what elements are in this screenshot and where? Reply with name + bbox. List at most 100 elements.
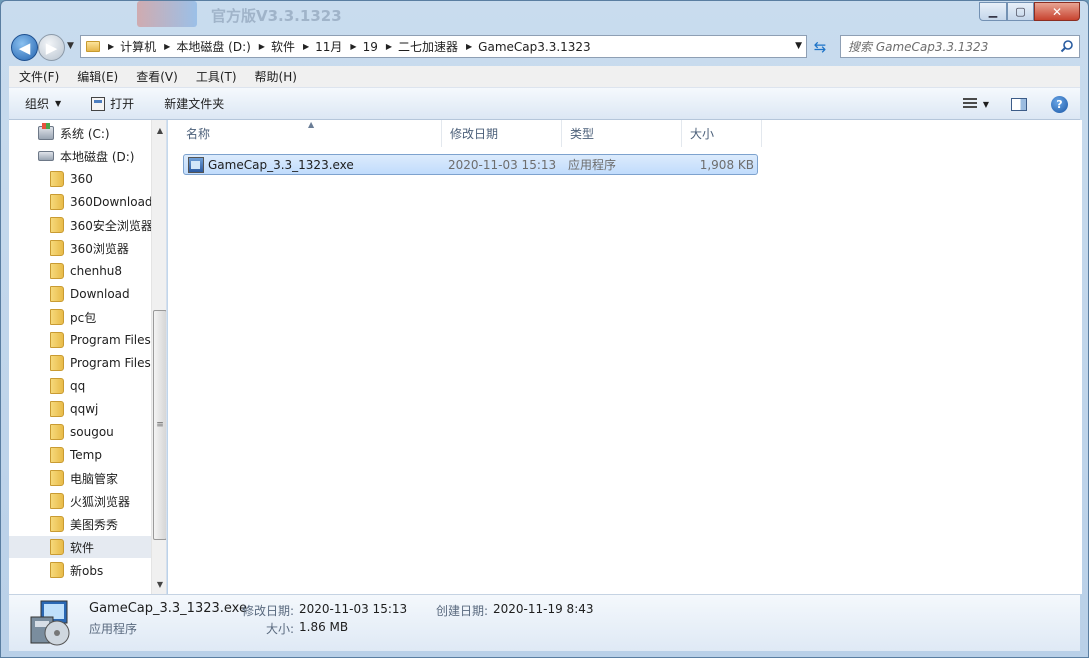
back-button[interactable]: ◀	[11, 34, 38, 61]
folder-icon	[86, 41, 100, 52]
table-row[interactable]: GameCap_3.3_1323.exe 2020-11-03 15:13 应用…	[183, 154, 758, 175]
details-size-label: 大小:	[266, 622, 295, 636]
breadcrumb-software[interactable]: 软件	[271, 38, 295, 55]
new-folder-button[interactable]: 新建文件夹	[148, 88, 238, 119]
sidebar-item[interactable]: 本地磁盘 (D:)	[9, 145, 151, 167]
search-icon[interactable]	[1060, 39, 1074, 53]
sidebar-item-label: 新obs	[70, 563, 104, 578]
sidebar-item-label: 系统 (C:)	[60, 126, 110, 141]
address-history-dropdown[interactable]: ▼	[795, 41, 802, 51]
preview-pane-icon[interactable]	[1011, 97, 1027, 111]
breadcrumb-separator-icon[interactable]: ▶	[156, 42, 176, 51]
column-header-modified[interactable]: 修改日期	[442, 120, 562, 147]
folder-icon	[50, 240, 64, 256]
menu-edit[interactable]: 编辑(E)	[67, 68, 126, 85]
sidebar-item-label: 360安全浏览器	[70, 218, 153, 233]
sidebar-item[interactable]: 360Download	[9, 191, 153, 213]
folder-icon	[50, 263, 64, 279]
details-modified-value: 2020-11-03 15:13	[299, 602, 408, 616]
recent-pages-dropdown[interactable]: ▼	[67, 41, 74, 51]
breadcrumb-19[interactable]: 19	[363, 40, 378, 54]
sidebar-item-label: qq	[70, 379, 86, 393]
sidebar-item[interactable]: 美图秀秀	[9, 513, 151, 535]
sidebar-item-label: 电脑管家	[70, 471, 119, 486]
navigation-pane: 系统 (C:) 本地磁盘 (D:) 360 360Download 360安全浏览器 36…	[9, 120, 167, 594]
sidebar-item-label: Program Files	[70, 356, 151, 370]
open-button[interactable]: 打开	[75, 88, 148, 119]
sidebar-item-label: Download	[70, 287, 130, 301]
breadcrumb-separator-icon[interactable]: ▶	[342, 42, 362, 51]
search-input[interactable]	[841, 39, 1051, 54]
breadcrumb-separator-icon[interactable]: ▶	[295, 42, 315, 51]
file-name-cell: GameCap_3.3_1323.exe	[188, 155, 354, 174]
scroll-down-icon[interactable]: ▼	[152, 576, 166, 592]
column-header-size[interactable]: 大小	[682, 120, 762, 147]
sidebar-item[interactable]: Temp	[9, 444, 151, 466]
folder-icon	[50, 217, 64, 233]
sidebar-item-label: Temp	[70, 448, 102, 462]
menu-help[interactable]: 帮助(H)	[245, 68, 305, 85]
sidebar-item[interactable]: qqwj	[9, 398, 151, 420]
scroll-up-icon[interactable]: ▲	[152, 122, 166, 138]
sidebar-item[interactable]: sougou	[9, 421, 151, 443]
details-filename: GameCap_3.3_1323.exe	[89, 601, 247, 616]
folder-icon	[50, 447, 64, 463]
sidebar-item[interactable]: 软件	[9, 536, 151, 558]
folder-icon	[50, 355, 64, 371]
organize-button[interactable]: 组织 ▼	[9, 88, 75, 119]
address-bar[interactable]: ▶ 计算机 ▶ 本地磁盘 (D:) ▶ 软件 ▶ 11月 ▶ 19 ▶ 二七加速…	[80, 35, 807, 58]
open-label: 打开	[110, 97, 135, 111]
new-folder-label: 新建文件夹	[164, 97, 225, 111]
sidebar-item[interactable]: Download	[9, 283, 151, 305]
folder-icon	[50, 516, 64, 532]
sidebar-item[interactable]: 360安全浏览器	[9, 214, 153, 236]
sort-ascending-icon: ▲	[308, 120, 315, 129]
sidebar-item-label: sougou	[70, 425, 114, 439]
sidebar-item-label: chenhu8	[70, 264, 123, 278]
drive-icon	[38, 151, 54, 161]
navigation-scrollbar[interactable]: ▲ ≡ ▼	[151, 120, 166, 594]
close-button[interactable]: ✕	[1034, 2, 1080, 21]
minimize-button[interactable]: ▁	[979, 2, 1007, 21]
folder-icon	[50, 424, 64, 440]
menu-file[interactable]: 文件(F)	[9, 68, 67, 85]
sidebar-item[interactable]: 360浏览器	[9, 237, 151, 259]
maximize-button[interactable]: ▢	[1007, 2, 1034, 21]
sidebar-item[interactable]: 360	[9, 168, 151, 190]
column-header-type[interactable]: 类型	[562, 120, 682, 147]
breadcrumb: ▶ 计算机 ▶ 本地磁盘 (D:) ▶ 软件 ▶ 11月 ▶ 19 ▶ 二七加速…	[100, 36, 591, 57]
breadcrumb-separator-icon[interactable]: ▶	[378, 42, 398, 51]
search-box[interactable]	[840, 35, 1080, 58]
menu-tools[interactable]: 工具(T)	[186, 68, 245, 85]
forward-button[interactable]: ▶	[38, 34, 65, 61]
sidebar-item[interactable]: Program Files	[9, 352, 151, 374]
sidebar-item[interactable]: 电脑管家	[9, 467, 151, 489]
installer-icon	[188, 156, 204, 173]
folder-icon	[50, 493, 64, 509]
menu-view[interactable]: 查看(V)	[126, 68, 186, 85]
sidebar-item[interactable]: 火狐浏览器	[9, 490, 151, 512]
breadcrumb-november[interactable]: 11月	[315, 38, 342, 55]
sidebar-item[interactable]: 新obs	[9, 559, 151, 581]
breadcrumb-separator-icon[interactable]: ▶	[251, 42, 271, 51]
breadcrumb-drive-d[interactable]: 本地磁盘 (D:)	[176, 38, 250, 55]
sidebar-item[interactable]: pc包	[9, 306, 151, 328]
sidebar-item[interactable]: Program Files	[9, 329, 151, 351]
menu-bar: 文件(F) 编辑(E) 查看(V) 工具(T) 帮助(H)	[9, 66, 1080, 88]
organize-label: 组织	[25, 97, 50, 111]
sidebar-item[interactable]: 系统 (C:)	[9, 122, 151, 144]
help-icon[interactable]: ?	[1051, 95, 1068, 113]
sidebar-item[interactable]: chenhu8	[9, 260, 151, 282]
breadcrumb-separator-icon[interactable]: ▶	[100, 42, 120, 51]
view-options-icon[interactable]	[962, 98, 977, 110]
breadcrumb-computer[interactable]: 计算机	[120, 38, 156, 55]
sidebar-item-label: 美图秀秀	[70, 517, 119, 532]
chevron-down-icon[interactable]: ▼	[983, 100, 989, 109]
breadcrumb-gamecap[interactable]: GameCap3.3.1323	[478, 40, 591, 54]
refresh-button[interactable]: ⇆	[809, 35, 831, 58]
scrollbar-thumb[interactable]: ≡	[153, 310, 166, 540]
breadcrumb-separator-icon[interactable]: ▶	[458, 42, 478, 51]
sidebar-item[interactable]: qq	[9, 375, 151, 397]
file-modified-cell: 2020-11-03 15:13	[448, 157, 557, 172]
breadcrumb-accelerator[interactable]: 二七加速器	[398, 38, 458, 55]
